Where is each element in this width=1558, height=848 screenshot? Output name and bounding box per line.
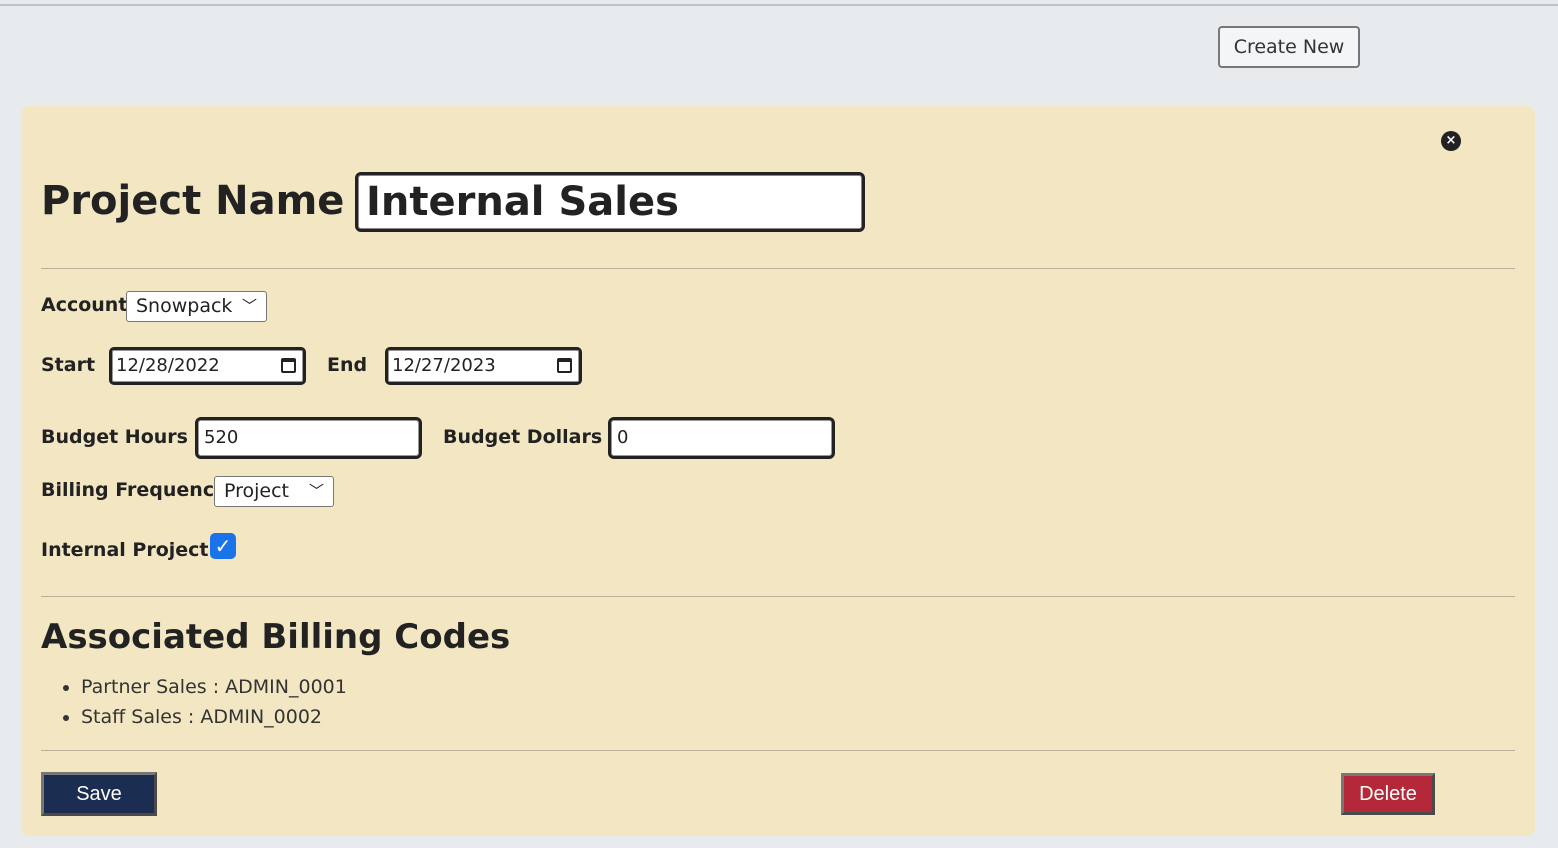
end-label: End [327, 354, 368, 376]
list-item: Partner Sales : ADMIN_0001 [81, 672, 347, 702]
divider [41, 596, 1515, 597]
chevron-down-icon: ﹀ [308, 482, 324, 500]
list-item: Staff Sales : ADMIN_0002 [81, 702, 347, 732]
internal-project-checkbox[interactable]: ✓ [210, 533, 236, 559]
end-date-input[interactable]: 12/27/2023 [385, 347, 582, 385]
top-divider [0, 4, 1558, 6]
billing-frequency-select[interactable]: Project ﹀ [214, 476, 334, 507]
budget-dollars-input[interactable]: 0 [608, 417, 835, 459]
checkmark-icon: ✓ [214, 534, 232, 558]
start-date-input[interactable]: 12/28/2022 [109, 347, 306, 385]
start-date-value: 12/28/2022 [116, 355, 220, 376]
divider [41, 268, 1515, 269]
calendar-icon[interactable] [281, 358, 296, 373]
billing-codes-title: Associated Billing Codes [41, 617, 511, 657]
project-name-label: Project Name [41, 178, 345, 224]
save-button[interactable]: Save [41, 772, 157, 816]
calendar-icon[interactable] [557, 358, 572, 373]
chevron-down-icon: ﹀ [241, 297, 257, 315]
create-new-button[interactable]: Create New [1218, 26, 1360, 68]
internal-project-label: Internal Project [41, 539, 209, 561]
budget-hours-input[interactable]: 520 [195, 417, 422, 459]
billing-codes-list: Partner Sales : ADMIN_0001 Staff Sales :… [41, 672, 347, 732]
billing-frequency-label: Billing Frequency [41, 479, 227, 501]
close-icon[interactable]: × [1441, 131, 1461, 151]
billing-frequency-value: Project [224, 480, 290, 502]
project-name-input[interactable]: Internal Sales [355, 172, 865, 232]
budget-dollars-label: Budget Dollars [443, 426, 603, 448]
account-label: Account [41, 294, 128, 316]
start-label: Start [41, 354, 96, 376]
budget-hours-label: Budget Hours [41, 426, 188, 448]
delete-button[interactable]: Delete [1341, 773, 1435, 815]
account-select[interactable]: Snowpack ﹀ [126, 291, 267, 322]
account-select-value: Snowpack [136, 295, 233, 317]
divider [41, 750, 1515, 751]
end-date-value: 12/27/2023 [392, 355, 496, 376]
